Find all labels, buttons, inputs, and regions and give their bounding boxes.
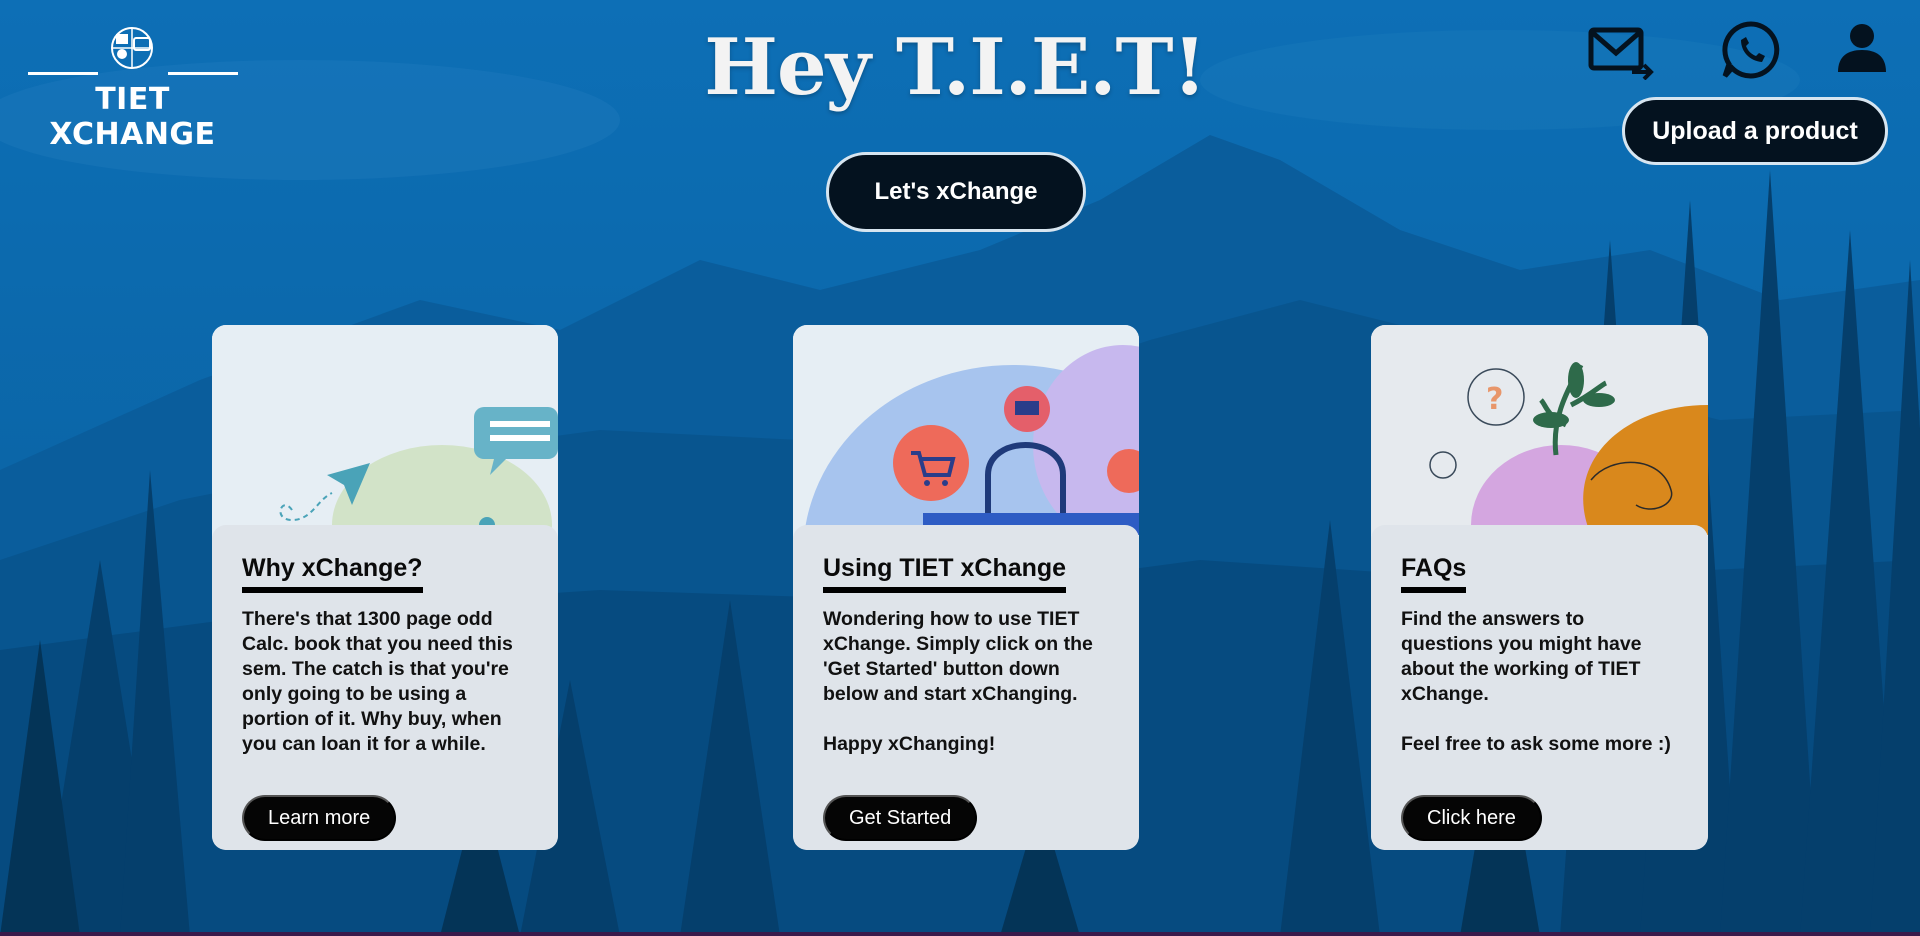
logo-emblem-icon [111,27,153,69]
learn-more-button[interactable]: Learn more [242,795,397,841]
hero-title: Hey T.I.E.T! [704,22,1206,113]
click-here-button[interactable]: Click here [1401,795,1542,841]
lets-xchange-button[interactable]: Let's xChange [826,152,1086,232]
logo-text: TIET XCHANGE [49,82,216,152]
logo-line-left [28,72,98,75]
get-started-button[interactable]: Get Started [823,795,978,841]
user-profile-icon[interactable] [1834,20,1890,76]
card-body: FAQs Find the answers to questions you m… [1371,525,1708,850]
card-title: Using TIET xChange [823,554,1067,593]
logo-line-right [168,72,238,75]
card-title: FAQs [1401,554,1467,593]
card-why-xchange: Why xChange? There's that 1300 page odd … [212,325,558,850]
card-text: There's that 1300 page odd Calc. book th… [242,607,513,755]
svg-text:?: ? [1486,382,1503,417]
footer-accent-line [0,932,1920,936]
upload-product-button[interactable]: Upload a product [1622,97,1888,165]
mail-forward-icon[interactable] [1588,20,1654,80]
brand-logo[interactable]: TIET XCHANGE [20,24,245,152]
shopping-bag-illustration [793,325,1139,535]
card-title: Why xChange? [242,554,423,593]
card-text: Find the answers to questions you might … [1401,607,1671,755]
faq-question-illustration: ? [1371,325,1708,535]
card-using-tiet-xchange: Using TIET xChange Wondering how to use … [793,325,1139,850]
card-body: Why xChange? There's that 1300 page odd … [212,525,558,850]
card-body: Using TIET xChange Wondering how to use … [793,525,1139,850]
whatsapp-icon[interactable] [1720,20,1782,80]
paper-plane-illustration [212,325,558,535]
card-faqs: ? FAQs Find the answers to questions you… [1371,325,1708,850]
card-text: Wondering how to use TIET xChange. Simpl… [823,607,1093,755]
